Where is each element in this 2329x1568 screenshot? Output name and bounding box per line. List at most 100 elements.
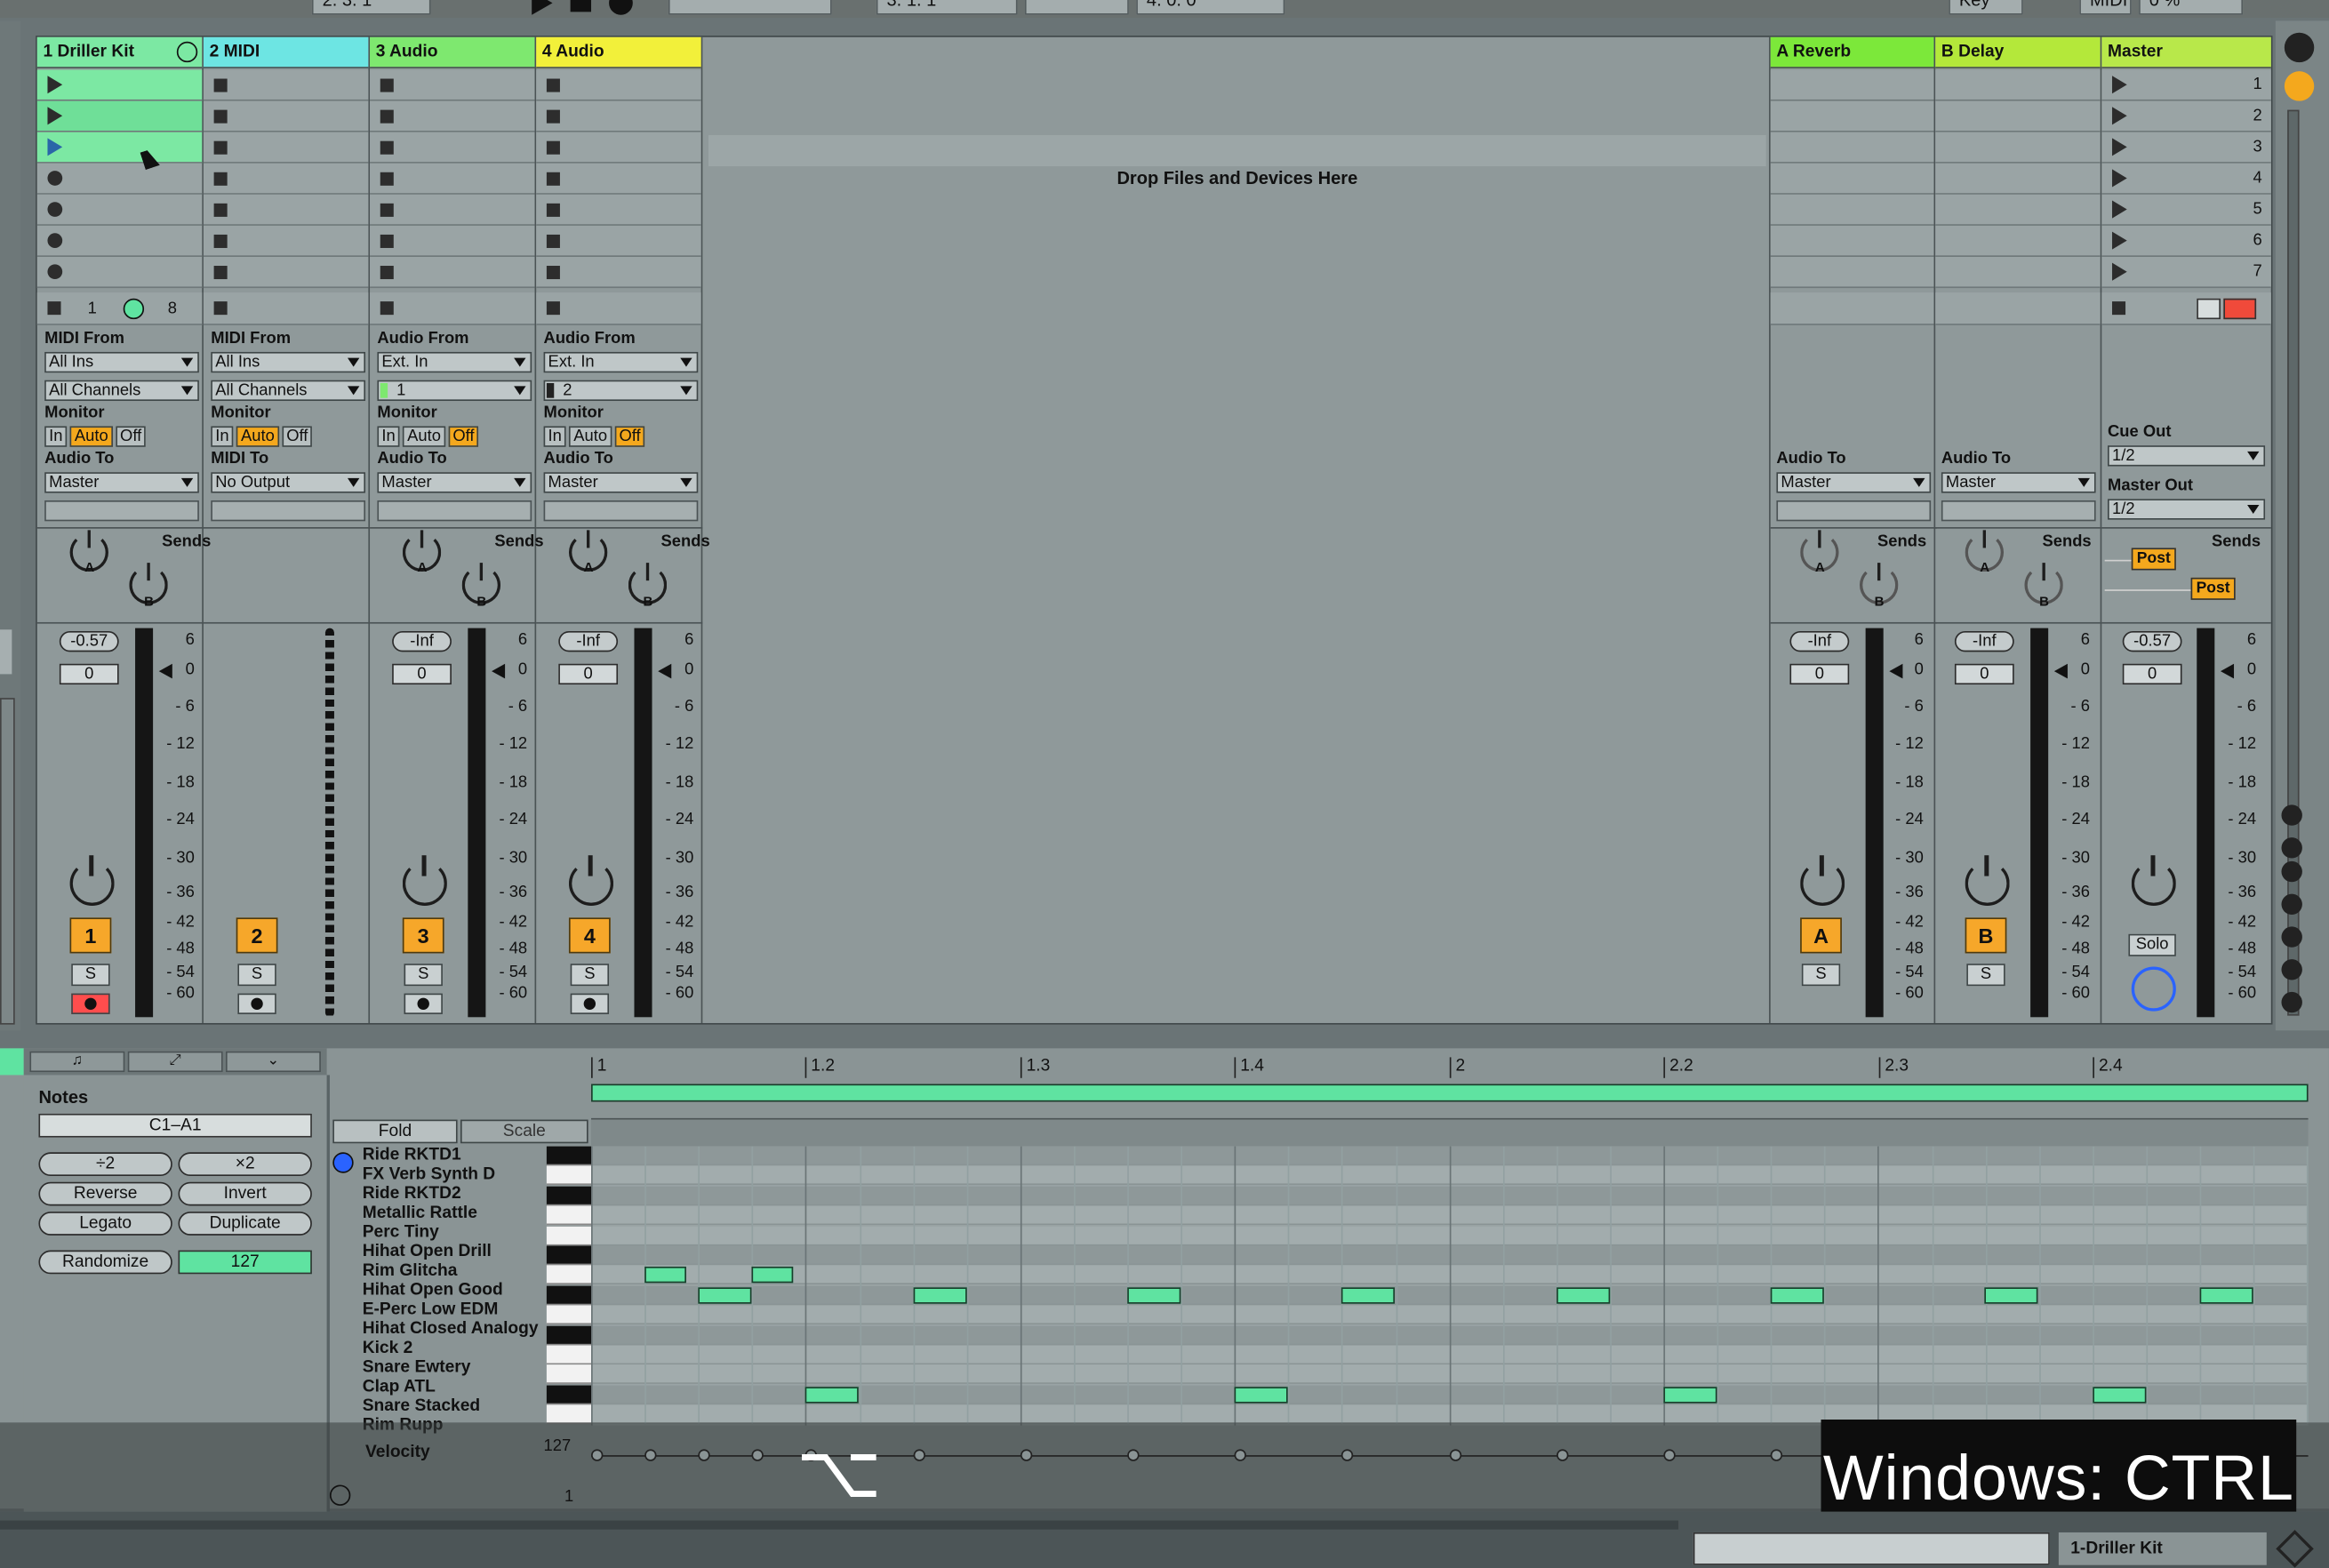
piano-key[interactable] xyxy=(546,1146,592,1166)
arm-button[interactable] xyxy=(71,993,110,1014)
track-title[interactable]: 4 Audio xyxy=(536,36,701,68)
monitor-auto[interactable]: Auto xyxy=(69,426,113,447)
volume-display[interactable]: -Inf xyxy=(392,630,452,652)
play-icon[interactable] xyxy=(532,0,553,15)
input-select[interactable]: All Ins xyxy=(44,351,199,373)
piano-key[interactable] xyxy=(546,1285,592,1306)
ruler-marker[interactable]: 1.3 xyxy=(1020,1057,1050,1078)
notes-tab[interactable]: ♫ xyxy=(29,1051,125,1073)
piano-key[interactable] xyxy=(546,1165,592,1186)
delay-toggle-icon[interactable] xyxy=(2281,926,2302,948)
output-select[interactable]: No Output xyxy=(211,472,366,493)
clip-slot[interactable] xyxy=(36,256,203,289)
clip-slot[interactable] xyxy=(36,225,203,257)
velocity-marker[interactable] xyxy=(698,1449,710,1461)
automation-controls[interactable] xyxy=(668,0,832,15)
clip-slot[interactable] xyxy=(203,225,369,257)
output-select[interactable]: Master xyxy=(377,472,532,493)
scene-launch[interactable]: 3 xyxy=(2101,132,2271,164)
ruler-marker[interactable]: 2.4 xyxy=(2093,1057,2123,1078)
beat-ruler[interactable]: 1 1.2 1.3 1.4 2 2.2 2.3 2.4 xyxy=(591,1054,2309,1084)
channel-select[interactable]: 2 xyxy=(543,380,699,402)
output-channel[interactable] xyxy=(1776,500,1932,522)
output-channel[interactable] xyxy=(377,500,532,522)
clip-slot[interactable] xyxy=(203,69,369,101)
cue-toggle-icon[interactable] xyxy=(2281,991,2302,1013)
midi-note[interactable] xyxy=(913,1286,967,1304)
monitor-off[interactable]: Off xyxy=(614,426,645,447)
pan-knob[interactable] xyxy=(1800,855,1845,907)
clip-slot[interactable] xyxy=(203,132,369,164)
track-activator[interactable]: B xyxy=(1965,917,2007,954)
monitor-in[interactable]: In xyxy=(44,426,68,447)
clip-slot[interactable] xyxy=(203,256,369,289)
position-display[interactable]: 2. 3. 1 xyxy=(311,0,431,15)
browser-collapse-handle[interactable] xyxy=(0,629,12,675)
solo-button[interactable]: S xyxy=(1801,964,1841,987)
cue-volume-knob[interactable] xyxy=(2131,966,2176,1012)
monitor-buttons[interactable]: In Auto Off xyxy=(377,426,481,447)
velocity-marker[interactable] xyxy=(751,1449,764,1461)
midi-note[interactable] xyxy=(644,1267,686,1284)
drum-pad-name[interactable]: Ride RKTD1 xyxy=(363,1147,547,1166)
menu-icon[interactable] xyxy=(2284,32,2315,63)
clip-stop-slot[interactable] xyxy=(536,292,701,325)
crossfader-toggle-icon[interactable] xyxy=(2281,959,2302,980)
clip-slot[interactable] xyxy=(36,132,203,164)
returns-toggle-icon[interactable] xyxy=(2281,860,2302,883)
pan-display[interactable]: 0 xyxy=(1954,663,2014,685)
drum-pad-name[interactable]: Perc Tiny xyxy=(363,1223,547,1243)
ruler-marker[interactable]: 2.2 xyxy=(1663,1057,1693,1078)
ruler-marker[interactable]: 2 xyxy=(1449,1057,1465,1078)
clip-slot[interactable] xyxy=(370,225,535,257)
midi-map-button[interactable]: MIDI xyxy=(2079,0,2132,15)
duplicate-button[interactable]: Duplicate xyxy=(178,1212,312,1236)
arm-button[interactable] xyxy=(570,993,610,1014)
track-title[interactable]: 3 Audio xyxy=(370,36,535,68)
midi-note[interactable] xyxy=(1770,1286,1824,1304)
scene-launch[interactable]: 4 xyxy=(2101,163,2271,195)
velocity-marker[interactable] xyxy=(591,1449,604,1461)
track-activator[interactable]: 3 xyxy=(402,917,444,954)
status-overview[interactable] xyxy=(1693,1532,2050,1565)
clip-slot[interactable] xyxy=(36,163,203,195)
output-channel[interactable] xyxy=(543,500,699,522)
clip-slot[interactable] xyxy=(536,132,701,164)
clip-slot[interactable] xyxy=(536,225,701,257)
piano-key[interactable] xyxy=(546,1265,592,1285)
halve-button[interactable]: ÷2 xyxy=(38,1152,172,1177)
monitor-auto[interactable]: Auto xyxy=(403,426,445,447)
velocity-marker[interactable] xyxy=(1341,1449,1354,1461)
crossfade-icon[interactable] xyxy=(2197,298,2221,320)
output-select[interactable]: Master xyxy=(44,472,199,493)
midi-note[interactable] xyxy=(2093,1386,2147,1404)
drum-pad-name[interactable]: Ride RKTD2 xyxy=(363,1185,547,1204)
track-activator[interactable]: 4 xyxy=(568,917,611,954)
volume-display[interactable]: -Inf xyxy=(1789,630,1850,652)
monitor-buttons[interactable]: In Auto Off xyxy=(44,426,148,447)
pan-knob[interactable] xyxy=(2131,855,2176,907)
pan-knob[interactable] xyxy=(69,855,115,907)
double-button[interactable]: ×2 xyxy=(178,1152,312,1177)
note-range-display[interactable]: C1–A1 xyxy=(38,1113,312,1138)
drum-pad-name[interactable]: Metallic Rattle xyxy=(363,1204,547,1224)
drum-pad-name[interactable]: Clap ATL xyxy=(363,1378,547,1397)
pan-knob[interactable] xyxy=(402,855,447,907)
piano-key[interactable] xyxy=(546,1305,592,1325)
master-out-select[interactable]: 1/2 xyxy=(2108,499,2266,520)
input-select[interactable]: All Ins xyxy=(211,351,366,373)
pan-display[interactable]: 0 xyxy=(392,663,452,685)
velocity-marker[interactable] xyxy=(1020,1449,1033,1461)
velocity-marker[interactable] xyxy=(644,1449,657,1461)
midi-note[interactable] xyxy=(698,1286,752,1304)
record-icon[interactable] xyxy=(609,0,633,15)
ruler-marker[interactable]: 1 xyxy=(591,1057,606,1078)
scene-launch[interactable]: 6 xyxy=(2101,225,2271,257)
output-channel[interactable] xyxy=(211,500,366,522)
fold-button[interactable]: Fold xyxy=(332,1119,458,1144)
clip-slot[interactable] xyxy=(203,163,369,195)
drum-pad-name[interactable]: E-Perc Low EDM xyxy=(363,1300,547,1320)
solo-button[interactable]: S xyxy=(570,964,610,987)
velocity-marker[interactable] xyxy=(1663,1449,1676,1461)
track-fold-icon[interactable] xyxy=(176,41,198,63)
